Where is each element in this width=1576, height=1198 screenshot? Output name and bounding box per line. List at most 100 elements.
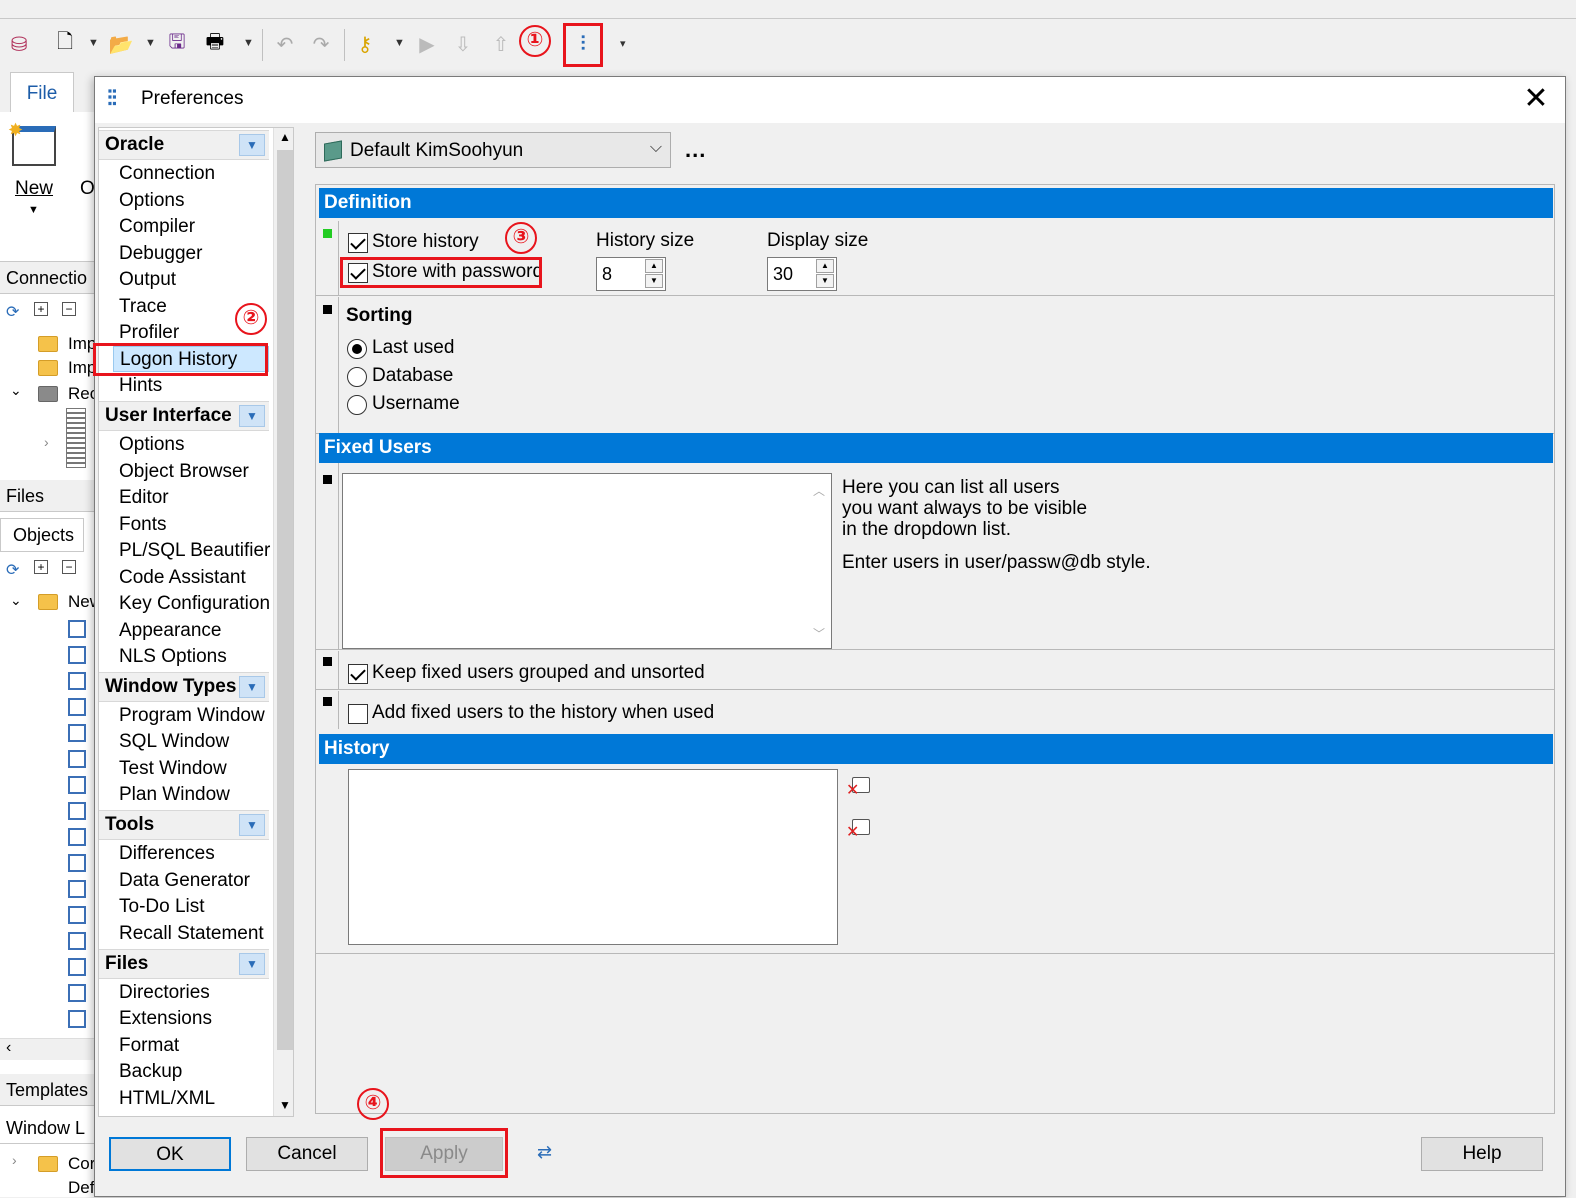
- nav-item-extensions[interactable]: Extensions: [119, 1006, 269, 1032]
- chevron-right-icon[interactable]: ›: [44, 434, 49, 450]
- tree-item[interactable]: Imp: [68, 334, 96, 354]
- chevron-down-icon[interactable]: ⌄: [10, 592, 22, 609]
- apply-button[interactable]: Apply: [385, 1137, 503, 1171]
- sort-database-radio[interactable]: [347, 367, 367, 387]
- preferences-icon[interactable]: ⫶: [570, 31, 596, 57]
- print-icon[interactable]: 🖶: [202, 31, 228, 57]
- tree-item[interactable]: Cor: [68, 1154, 95, 1174]
- nav-item-plsql-beautifier[interactable]: PL/SQL Beautifier: [119, 538, 270, 564]
- decrement-icon[interactable]: ▼: [645, 274, 663, 288]
- ribbon-new-label[interactable]: New: [15, 178, 53, 200]
- nav-item-connection[interactable]: Connection: [119, 161, 269, 187]
- store-history-checkbox[interactable]: [348, 233, 368, 253]
- nav-item-directories[interactable]: Directories: [119, 980, 269, 1006]
- scroll-up-icon[interactable]: ︿: [813, 482, 825, 499]
- redo-icon[interactable]: ↷: [308, 31, 334, 57]
- nav-category-oracle[interactable]: Oracle ▼: [99, 130, 269, 160]
- expand-all-icon[interactable]: +: [34, 560, 48, 574]
- decrement-icon[interactable]: ▼: [816, 274, 834, 288]
- add-to-history-checkbox[interactable]: [348, 704, 368, 724]
- nav-item-output[interactable]: Output: [119, 267, 269, 293]
- nav-item-program-window[interactable]: Program Window: [119, 703, 269, 729]
- nav-item-test-window[interactable]: Test Window: [119, 756, 269, 782]
- increment-icon[interactable]: ▲: [816, 259, 834, 273]
- new-dropdown-arrow[interactable]: ▼: [28, 204, 39, 216]
- new-dropdown-icon[interactable]: ▼: [88, 37, 99, 49]
- nav-item-nls-options[interactable]: NLS Options: [119, 644, 269, 670]
- horizontal-scrollbar[interactable]: ‹: [0, 1038, 96, 1060]
- key-dropdown-icon[interactable]: ▼: [394, 37, 405, 49]
- undo-icon[interactable]: ↶: [272, 31, 298, 57]
- nav-category-user-interface[interactable]: User Interface ▼: [99, 401, 269, 431]
- nav-item-html-xml[interactable]: HTML/XML: [119, 1086, 269, 1112]
- refresh-icon[interactable]: ⟳: [6, 302, 19, 322]
- nav-item-plan-window[interactable]: Plan Window: [119, 782, 269, 808]
- keep-grouped-checkbox[interactable]: [348, 664, 368, 684]
- history-size-stepper[interactable]: 8 ▲ ▼: [596, 257, 666, 291]
- nav-category-window-types[interactable]: Window Types ▼: [99, 672, 269, 702]
- import-export-icon[interactable]: ⇄: [537, 1142, 561, 1166]
- scroll-down-icon[interactable]: ▼: [279, 1098, 291, 1112]
- collapse-all-icon[interactable]: −: [62, 302, 76, 316]
- open-folder-icon[interactable]: 📂: [108, 31, 134, 57]
- key-icon[interactable]: ⚷: [352, 31, 378, 57]
- profile-dropdown[interactable]: Default KimSoohyun ⌵: [315, 132, 671, 168]
- increment-icon[interactable]: ▲: [645, 259, 663, 273]
- help-button[interactable]: Help: [1421, 1137, 1543, 1171]
- tree-item[interactable]: Imp: [68, 358, 96, 378]
- nav-item-todo-list[interactable]: To-Do List: [119, 894, 269, 920]
- tab-objects[interactable]: Objects: [0, 518, 84, 552]
- nav-scrollbar[interactable]: ▲ ▼: [273, 128, 293, 1116]
- expand-all-icon[interactable]: +: [34, 302, 48, 316]
- nav-item-debugger[interactable]: Debugger: [119, 241, 269, 267]
- nav-item-differences[interactable]: Differences: [119, 841, 269, 867]
- nav-item-hints[interactable]: Hints: [119, 373, 269, 399]
- chevron-down-icon[interactable]: ▼: [239, 134, 265, 156]
- nav-item-options[interactable]: Options: [119, 188, 269, 214]
- chevron-down-icon[interactable]: ⌄: [10, 382, 22, 399]
- rollback-icon[interactable]: ⇧: [488, 31, 514, 57]
- nav-item-fonts[interactable]: Fonts: [119, 512, 269, 538]
- commit-icon[interactable]: ⇩: [450, 31, 476, 57]
- display-size-stepper[interactable]: 30 ▲ ▼: [767, 257, 837, 291]
- nav-item-compiler[interactable]: Compiler: [119, 214, 269, 240]
- profile-more-button[interactable]: ...: [685, 137, 706, 163]
- nav-item-ui-options[interactable]: Options: [119, 432, 269, 458]
- nav-item-data-generator[interactable]: Data Generator: [119, 868, 269, 894]
- nav-scrollbar-thumb[interactable]: [277, 150, 293, 1050]
- chevron-down-icon[interactable]: ▼: [239, 953, 265, 975]
- close-button[interactable]: ✕: [1519, 83, 1553, 117]
- refresh-icon[interactable]: ⟳: [6, 560, 19, 580]
- nav-category-tools[interactable]: Tools ▼: [99, 810, 269, 840]
- chevron-down-icon[interactable]: ▼: [239, 405, 265, 427]
- chevron-right-icon[interactable]: ›: [12, 1152, 17, 1168]
- chevron-down-icon[interactable]: ▼: [239, 814, 265, 836]
- ribbon-tab-file[interactable]: File: [10, 72, 74, 114]
- open-dropdown-icon[interactable]: ▼: [145, 37, 156, 49]
- delete-history-item-button[interactable]: ✕: [846, 777, 872, 801]
- chevron-down-icon[interactable]: ▼: [239, 676, 265, 698]
- store-with-password-checkbox[interactable]: [348, 263, 368, 283]
- nav-item-editor[interactable]: Editor: [119, 485, 269, 511]
- sort-last-used-radio[interactable]: [347, 339, 367, 359]
- delete-all-history-button[interactable]: ✕: [846, 819, 872, 843]
- sort-username-radio[interactable]: [347, 395, 367, 415]
- nav-item-sql-window[interactable]: SQL Window: [119, 729, 269, 755]
- ok-button[interactable]: OK: [109, 1137, 231, 1171]
- print-dropdown-icon[interactable]: ▼: [243, 37, 254, 49]
- collapse-all-icon[interactable]: −: [62, 560, 76, 574]
- ribbon-open-label[interactable]: O: [80, 178, 95, 200]
- fixed-users-textarea[interactable]: ︿ ﹀: [342, 473, 832, 649]
- nav-item-object-browser[interactable]: Object Browser: [119, 459, 269, 485]
- cancel-button[interactable]: Cancel: [246, 1137, 368, 1171]
- execute-icon[interactable]: ▶: [414, 31, 440, 57]
- database-icon[interactable]: ⛁: [6, 31, 32, 57]
- nav-category-files[interactable]: Files ▼: [99, 949, 269, 979]
- scroll-left-icon[interactable]: ‹: [6, 1039, 11, 1057]
- history-list[interactable]: [348, 769, 838, 945]
- nav-item-key-configuration[interactable]: Key Configuration: [119, 591, 270, 617]
- save-icon[interactable]: 🖫: [164, 31, 190, 57]
- nav-item-code-assistant[interactable]: Code Assistant: [119, 565, 269, 591]
- nav-item-appearance[interactable]: Appearance: [119, 618, 269, 644]
- nav-item-logon-history[interactable]: Logon History: [113, 346, 269, 372]
